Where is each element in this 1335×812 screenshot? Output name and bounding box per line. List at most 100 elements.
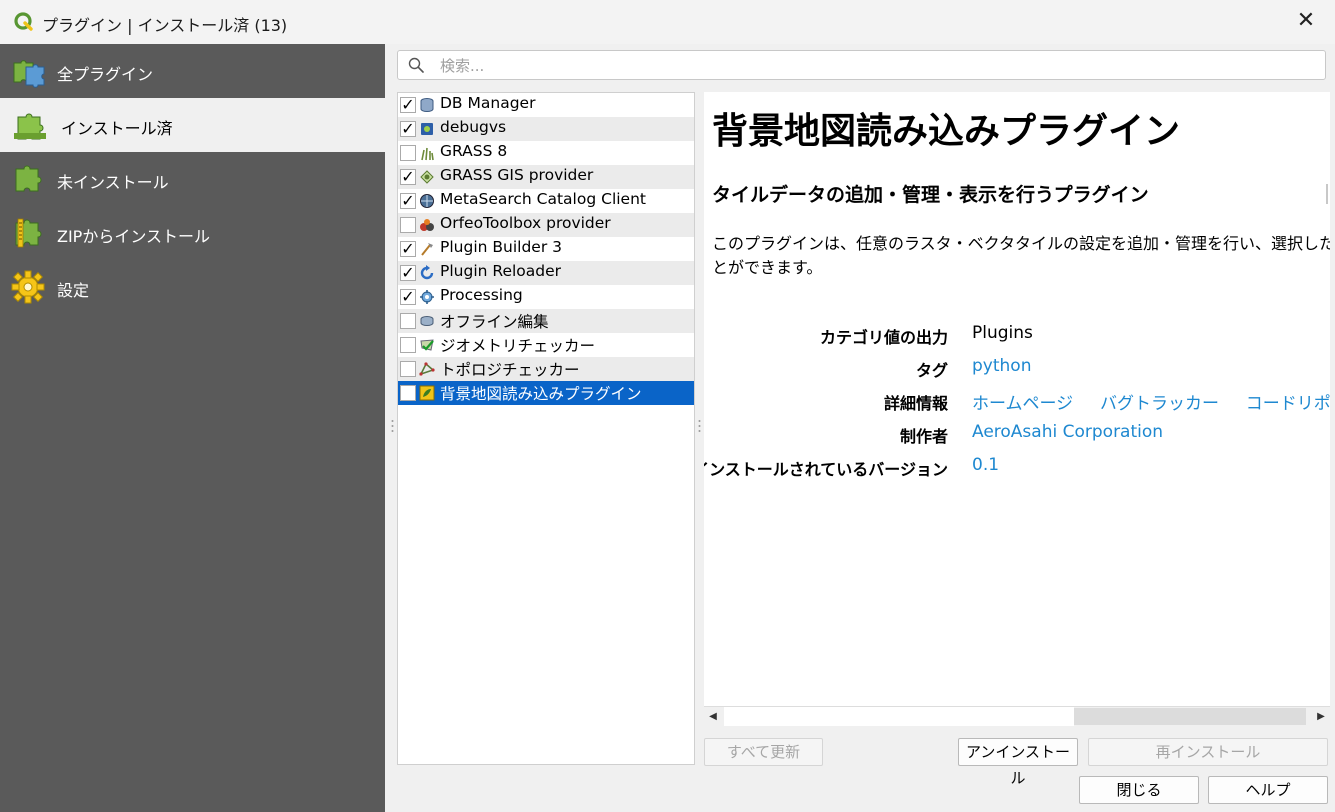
- plugin-row-geometry-checker[interactable]: ジオメトリチェッカー: [398, 333, 694, 357]
- plugin-row-grass-8[interactable]: GRASS 8: [398, 141, 694, 165]
- window-title: プラグイン | インストール済 (13): [42, 16, 288, 35]
- title-bar: プラグイン | インストール済 (13) ✕: [0, 0, 1335, 44]
- author-label: 制作者: [899, 427, 948, 446]
- sidebar-item-install-from-zip[interactable]: ZIPからインストール: [0, 206, 385, 260]
- plugin-name: Plugin Reloader: [440, 262, 562, 280]
- installed-puzzle-icon: [14, 113, 46, 140]
- plugin-checkbox[interactable]: ✓: [400, 121, 416, 137]
- sidebar-item-settings[interactable]: 設定: [0, 260, 385, 314]
- grass-icon: [421, 147, 434, 161]
- processing-gear-icon: [420, 290, 434, 304]
- plugin-name: オフライン編集: [440, 313, 549, 331]
- plugin-name: debugvs: [440, 118, 507, 136]
- puzzle-pieces-icon: [13, 60, 45, 88]
- splitter-handle[interactable]: [391, 418, 394, 438]
- close-window-icon[interactable]: ✕: [1293, 8, 1319, 34]
- grass-provider-icon: [420, 170, 434, 184]
- installed-version-value: 0.1: [972, 455, 1000, 475]
- sidebar-item-all-plugins[interactable]: 全プラグイン: [0, 44, 385, 98]
- plugin-name: MetaSearch Catalog Client: [440, 190, 646, 208]
- plugin-row-metasearch[interactable]: ✓ MetaSearch Catalog Client: [398, 189, 694, 213]
- database-icon: [420, 98, 434, 113]
- plugin-row-background-map-loader[interactable]: 背景地図読み込みプラグイン: [398, 381, 694, 405]
- more-info-label: 詳細情報: [883, 394, 948, 413]
- sidebar-item-label: 全プラグイン: [57, 65, 154, 84]
- plugin-name: Processing: [440, 286, 523, 304]
- topology-checker-icon: [419, 362, 435, 376]
- offline-edit-icon: [420, 316, 434, 327]
- plugin-checkbox[interactable]: ✓: [400, 97, 416, 113]
- scrollbar-thumb[interactable]: [1074, 708, 1306, 725]
- horizontal-scrollbar[interactable]: ◀ ▶: [704, 706, 1330, 726]
- scroll-left-arrow-icon[interactable]: ◀: [706, 710, 720, 724]
- homepage-link[interactable]: ホームページ: [972, 394, 1073, 414]
- metasearch-icon: [420, 194, 434, 208]
- plugin-row-orfeotoolbox[interactable]: OrfeoToolbox provider: [398, 213, 694, 237]
- plugin-row-plugin-reloader[interactable]: ✓ Plugin Reloader: [398, 261, 694, 285]
- sidebar-item-label: ZIPからインストール: [57, 227, 211, 246]
- plugin-name: DB Manager: [440, 94, 536, 112]
- uninstall-button[interactable]: アンインストール: [958, 738, 1078, 787]
- sidebar-item-label: インストール済: [61, 119, 173, 138]
- plugin-builder-icon: [421, 243, 433, 256]
- plugin-name: Plugin Builder 3: [440, 238, 562, 256]
- search-input[interactable]: [438, 55, 1302, 77]
- sidebar-item-label: 未インストール: [57, 173, 169, 192]
- plugin-row-processing[interactable]: ✓ Processing: [398, 285, 694, 309]
- zip-puzzle-icon: [15, 218, 42, 248]
- plugin-row-debugvs[interactable]: ✓ debugvs: [398, 117, 694, 141]
- scroll-right-arrow-icon[interactable]: ▶: [1314, 710, 1328, 724]
- plugin-name: 背景地図読み込みプラグイン: [440, 385, 642, 403]
- plugin-checkbox[interactable]: ✓: [400, 169, 416, 185]
- scrollbar-track[interactable]: [724, 707, 1074, 726]
- upgrade-all-button[interactable]: すべて更新: [704, 738, 823, 766]
- bugtracker-link[interactable]: バグトラッカー: [1100, 394, 1219, 414]
- sidebar-item-label: 設定: [57, 281, 90, 300]
- plugin-row-offline-editing[interactable]: オフライン編集: [398, 309, 694, 333]
- qgis-logo-icon: [14, 12, 33, 31]
- tag-link-python[interactable]: python: [972, 356, 1031, 376]
- plugin-row-plugin-builder[interactable]: ✓ Plugin Builder 3: [398, 237, 694, 261]
- plugin-name: トポロジチェッカー: [440, 361, 580, 379]
- geometry-checker-icon: [420, 339, 434, 351]
- plugin-name: GRASS GIS provider: [440, 166, 594, 184]
- plugin-subtitle: タイルデータの追加・管理・表示を行うプラグイン: [712, 184, 1149, 206]
- installed-version-label: インストールされているバージョン: [704, 460, 948, 479]
- plugin-row-grass-gis-provider[interactable]: ✓ GRASS GIS provider: [398, 165, 694, 189]
- more-info-links: ホームページ バグトラッカー コードリポジトリ: [972, 389, 1330, 414]
- reinstall-button[interactable]: 再インストール: [1088, 738, 1328, 766]
- sidebar-item-installed[interactable]: インストール済: [0, 98, 385, 152]
- puzzle-icon: [15, 165, 42, 192]
- plugin-checkbox[interactable]: [400, 361, 416, 377]
- plugin-checkbox[interactable]: [400, 217, 416, 233]
- plugin-checkbox[interactable]: [400, 145, 416, 161]
- plugin-checkbox[interactable]: ✓: [400, 265, 416, 281]
- splitter-handle[interactable]: [698, 418, 701, 438]
- repository-link[interactable]: コードリポジトリ: [1246, 394, 1330, 414]
- sidebar-item-not-installed[interactable]: 未インストール: [0, 152, 385, 206]
- help-button[interactable]: ヘルプ: [1208, 776, 1328, 804]
- debug-icon: [421, 123, 433, 135]
- tags-label: タグ: [915, 361, 948, 380]
- plugin-detail-panel: 背景地図読み込みプラグイン タイルデータの追加・管理・表示を行うプラグイン この…: [704, 92, 1330, 706]
- plugin-title: 背景地図読み込みプラグイン: [712, 111, 1181, 152]
- plugin-description: このプラグインは、任意のラスタ・ベクタタイルの設定を追加・管理を行い、選択したと…: [712, 232, 1330, 280]
- sidebar: 全プラグイン インストール済 未インストール ZIPからインストール 設定: [0, 44, 385, 812]
- plugin-name: OrfeoToolbox provider: [440, 214, 611, 232]
- author-link[interactable]: AeroAsahi Corporation: [972, 422, 1163, 442]
- plugin-row-topology-checker[interactable]: トポロジチェッカー: [398, 357, 694, 381]
- description-line: とができます。: [712, 258, 823, 277]
- plugin-row-db-manager[interactable]: ✓ DB Manager: [398, 93, 694, 117]
- plugin-checkbox[interactable]: [400, 337, 416, 353]
- search-box: [397, 50, 1326, 80]
- plugin-checkbox[interactable]: [400, 313, 416, 329]
- search-icon: [408, 57, 424, 73]
- plugin-checkbox[interactable]: ✓: [400, 289, 416, 305]
- plugin-checkbox[interactable]: ✓: [400, 193, 416, 209]
- plugin-checkbox[interactable]: [400, 385, 416, 401]
- plugin-checkbox[interactable]: ✓: [400, 241, 416, 257]
- vertical-scrollbar[interactable]: [1320, 92, 1330, 706]
- close-button[interactable]: 閉じる: [1079, 776, 1199, 804]
- plugin-description-text: このプラグインは、任意のラスタ・ベクタタイルの設定を追加・管理を行い、選択したと…: [712, 232, 1330, 280]
- gear-icon: [11, 270, 45, 304]
